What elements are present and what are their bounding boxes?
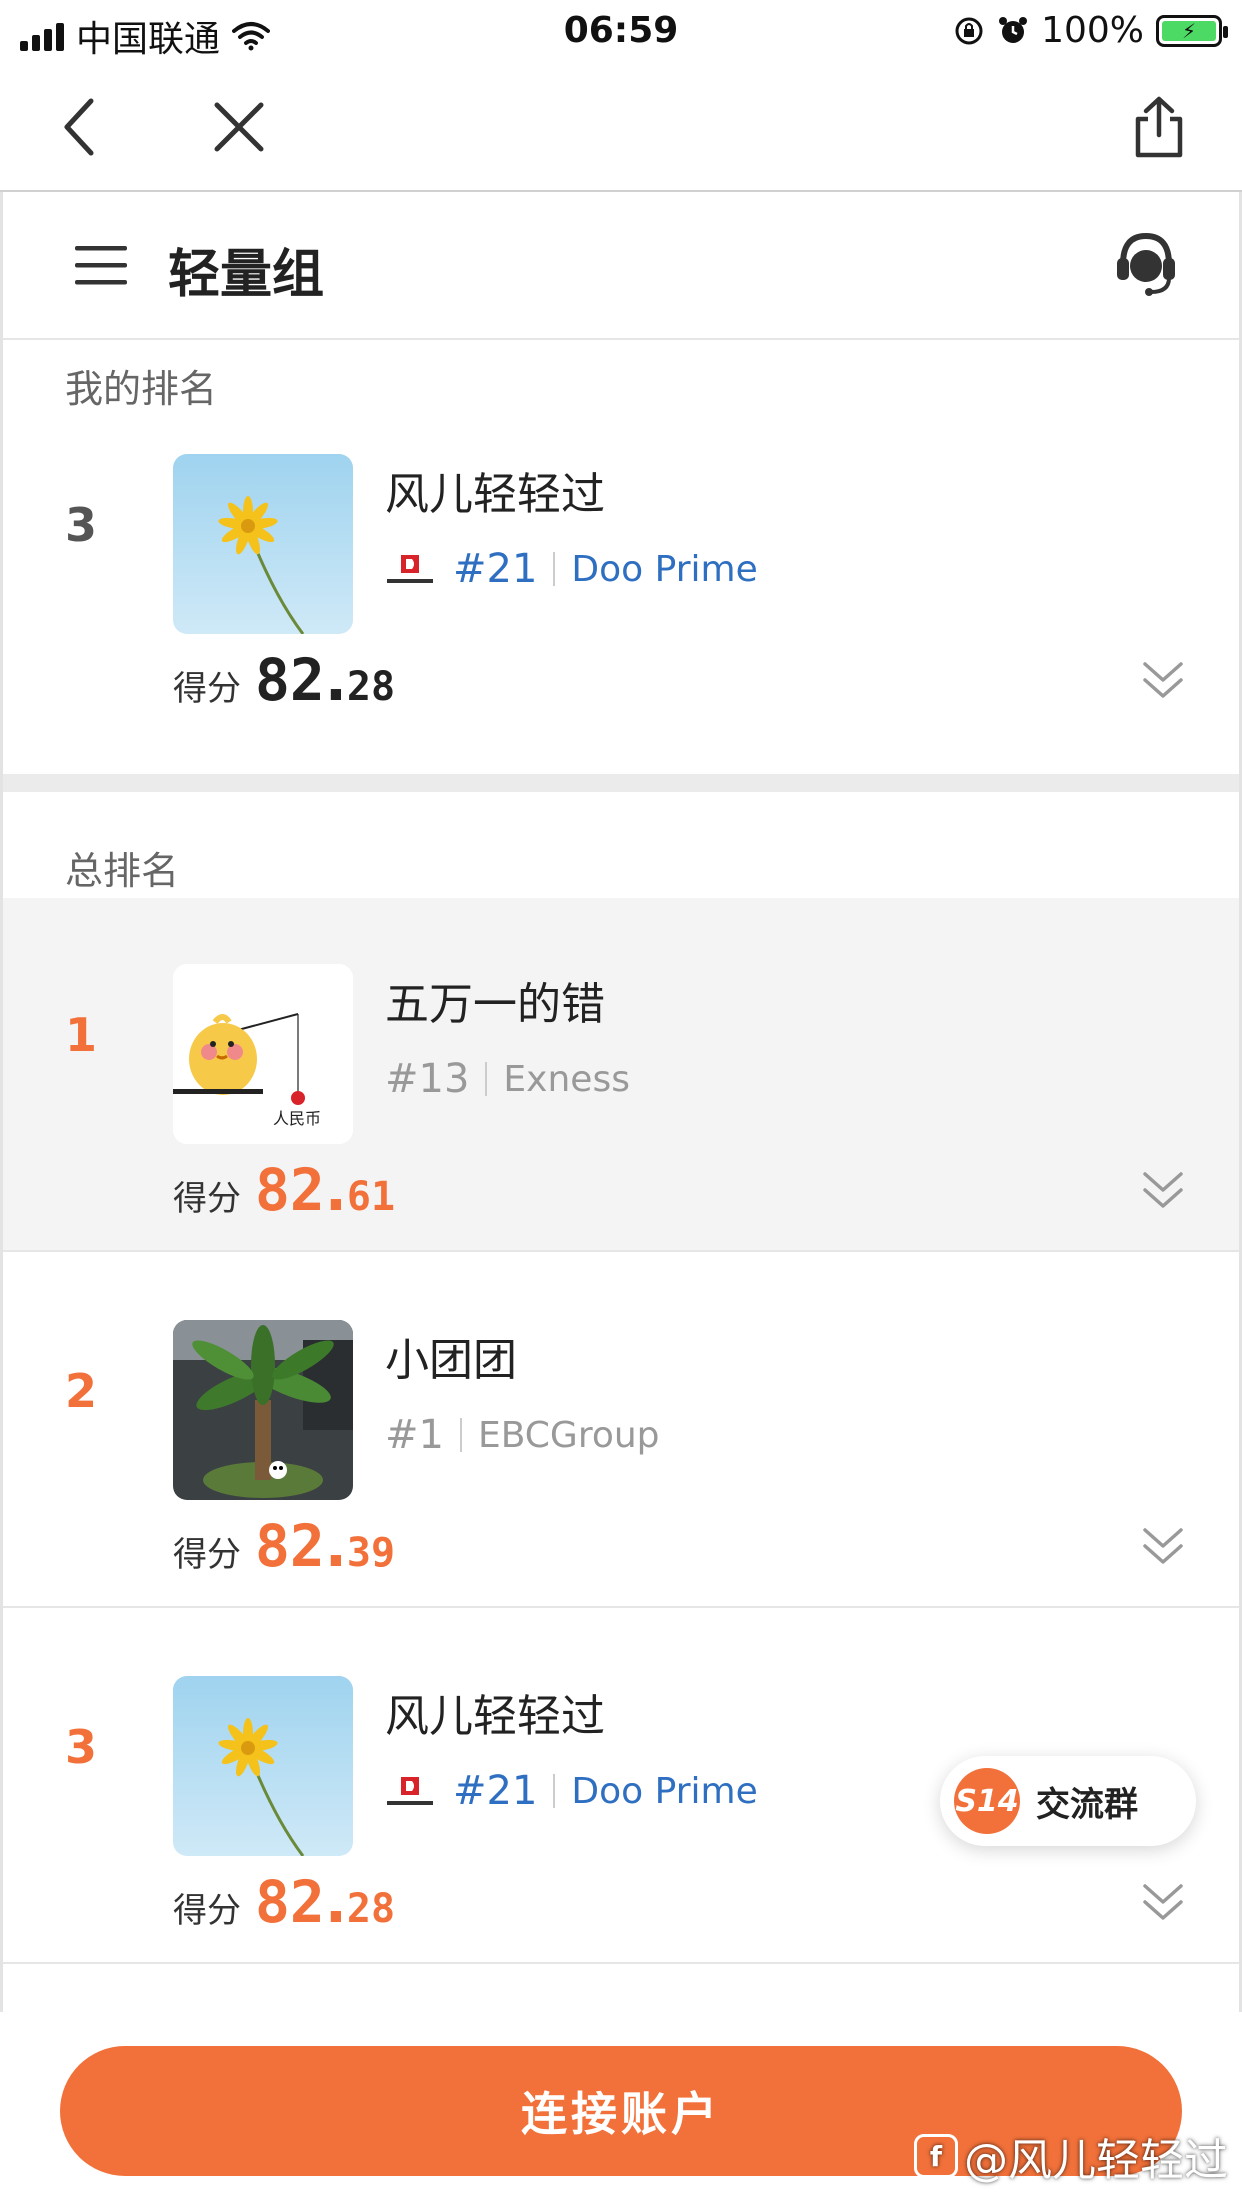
account-number: #21 bbox=[453, 546, 538, 592]
browser-nav-bar bbox=[0, 62, 1242, 192]
account-number: #1 bbox=[385, 1412, 444, 1458]
chevron-left-icon bbox=[64, 98, 94, 156]
app-header: 轻量组 bbox=[3, 192, 1239, 340]
rank-number: 1 bbox=[65, 1008, 98, 1062]
expand-chevron-icon[interactable] bbox=[1139, 1168, 1187, 1212]
account-number: #21 bbox=[453, 1768, 538, 1814]
alarm-icon bbox=[999, 16, 1028, 43]
group-chat-button[interactable]: S14 交流群 bbox=[940, 1756, 1196, 1846]
trader-meta: #21 Doo Prime bbox=[385, 546, 758, 592]
score: 得分 82. 61 bbox=[173, 1156, 396, 1224]
trader-name[interactable]: 风儿轻轻过 bbox=[385, 1680, 605, 1744]
score-integer: 82 bbox=[255, 1512, 325, 1580]
broker-name: Doo Prime bbox=[571, 1770, 758, 1812]
score-decimal: 39 bbox=[346, 1530, 396, 1576]
my-rank-card[interactable]: 3 风儿轻轻过 #21 Doo Prime 得分 82 . 28 bbox=[3, 388, 1239, 742]
share-button[interactable] bbox=[1124, 92, 1194, 162]
battery-percent: 100% bbox=[1041, 10, 1144, 51]
broker-name: Doo Prime bbox=[571, 548, 758, 590]
score-label: 得分 bbox=[173, 669, 241, 709]
broker-name: EBCGroup bbox=[477, 1414, 660, 1456]
customer-service-button[interactable] bbox=[1113, 228, 1179, 302]
score-label: 得分 bbox=[173, 1535, 241, 1575]
trader-name[interactable]: 小团团 bbox=[385, 1324, 517, 1388]
close-icon bbox=[214, 102, 264, 152]
score: 得分 82. 28 bbox=[173, 646, 396, 714]
rank-number: 2 bbox=[65, 1364, 98, 1418]
score-decimal: 28 bbox=[346, 664, 396, 710]
divider bbox=[459, 1418, 462, 1452]
back-button[interactable] bbox=[44, 92, 114, 162]
page-frame: 轻量组 我的排名 3 风儿轻轻过 #21 Doo Prime 得分 82 . 2… bbox=[0, 192, 1242, 2012]
share-icon bbox=[1135, 96, 1183, 158]
trader-name[interactable]: 风儿轻轻过 bbox=[385, 458, 605, 522]
group-chat-badge: S14 bbox=[954, 1768, 1020, 1834]
overall-rank-label: 总排名 bbox=[65, 849, 180, 893]
expand-chevron-icon[interactable] bbox=[1139, 1880, 1187, 1924]
score: 得分 82. 39 bbox=[173, 1512, 396, 1580]
avatar[interactable] bbox=[173, 454, 353, 634]
score-integer: 82 bbox=[255, 1868, 325, 1936]
group-chat-label: 交流群 bbox=[1036, 1784, 1138, 1825]
expand-chevron-icon[interactable] bbox=[1139, 1524, 1187, 1568]
flower-avatar-image bbox=[173, 454, 353, 634]
watermark: f @风儿轻轻过 bbox=[914, 2124, 1228, 2188]
page-title: 轻量组 bbox=[168, 245, 325, 305]
rank-number: 3 bbox=[65, 1720, 98, 1774]
broker-name: Exness bbox=[503, 1058, 630, 1100]
trader-meta: #13 Exness bbox=[385, 1056, 630, 1102]
battery-icon: ⚡ bbox=[1156, 14, 1228, 47]
trader-meta: #21 Doo Prime bbox=[385, 1768, 758, 1814]
avatar[interactable]: 人民币 bbox=[173, 964, 353, 1144]
watermark-text: @风儿轻轻过 bbox=[964, 2135, 1228, 2186]
status-right: 100% ⚡ bbox=[953, 10, 1228, 51]
customer-service-icon bbox=[1117, 232, 1175, 296]
divider bbox=[553, 1774, 556, 1808]
account-number: #13 bbox=[385, 1056, 470, 1102]
hamburger-menu-icon bbox=[75, 246, 127, 285]
rank-row-1[interactable]: 1 人民币 五万一的错 #13 Exness 得分 82 . 61 bbox=[3, 898, 1239, 1252]
score-decimal: 61 bbox=[346, 1174, 396, 1220]
zhihu-logo-icon: f bbox=[914, 2134, 958, 2178]
flower-avatar-image bbox=[173, 1676, 353, 1856]
divider bbox=[553, 552, 556, 586]
score-integer: 82 bbox=[255, 646, 325, 714]
score-integer: 82 bbox=[255, 1156, 325, 1224]
menu-button[interactable] bbox=[73, 242, 129, 292]
status-bar: 中国联通 06:59 100% ⚡ bbox=[0, 0, 1242, 62]
bottom-bar: 连接账户 f @风儿轻轻过 bbox=[0, 2012, 1242, 2208]
rank-number: 3 bbox=[65, 498, 98, 552]
avatar-caption: 人民币 bbox=[273, 1109, 321, 1128]
avatar[interactable] bbox=[173, 1676, 353, 1856]
score-label: 得分 bbox=[173, 1179, 241, 1219]
score-decimal: 28 bbox=[346, 1886, 396, 1932]
score: 得分 82. 28 bbox=[173, 1868, 396, 1936]
doo-prime-logo-icon bbox=[385, 547, 435, 591]
close-button[interactable] bbox=[204, 92, 274, 162]
score-label: 得分 bbox=[173, 1891, 241, 1931]
trader-meta: #1 EBCGroup bbox=[385, 1412, 660, 1458]
expand-chevron-icon[interactable] bbox=[1139, 658, 1187, 702]
rotation-lock-icon bbox=[955, 17, 983, 44]
plant-avatar-image bbox=[173, 1320, 353, 1500]
rank-row-2[interactable]: 2 小团团 #1 EBCGroup 得分 82. 39 bbox=[3, 1254, 1239, 1608]
doo-prime-logo-icon bbox=[385, 1769, 435, 1813]
trader-name[interactable]: 五万一的错 bbox=[385, 968, 605, 1032]
avatar[interactable] bbox=[173, 1320, 353, 1500]
section-divider bbox=[3, 774, 1239, 792]
chick-fishing-avatar-image: 人民币 bbox=[173, 964, 353, 1144]
divider bbox=[485, 1062, 488, 1096]
